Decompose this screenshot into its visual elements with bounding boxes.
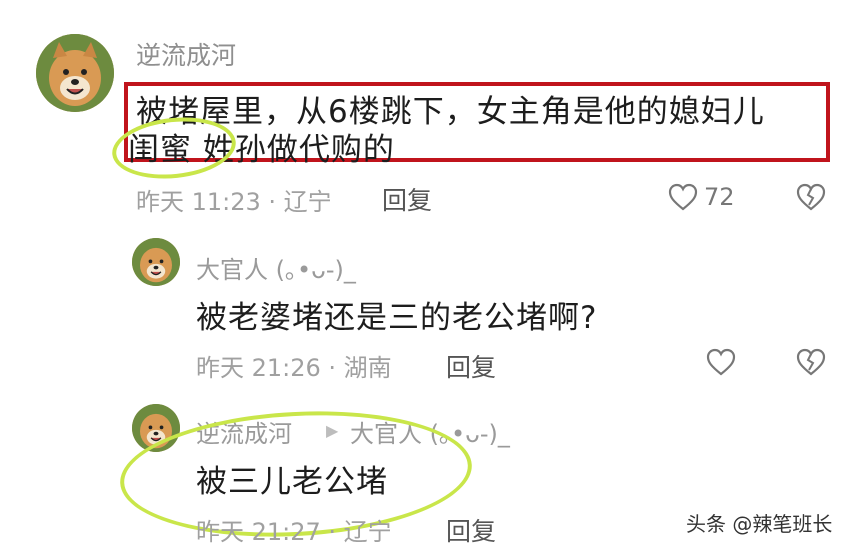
watermark: 头条 @辣笔班长 xyxy=(686,512,833,536)
comment-meta: 昨天 21:27 · 辽宁 xyxy=(196,518,392,546)
broken-heart-icon[interactable] xyxy=(796,348,826,376)
comment-text: 被老婆堵还是三的老公堵啊? xyxy=(196,300,598,336)
author-name[interactable]: 逆流成河 xyxy=(136,36,236,72)
reply-button[interactable]: 回复 xyxy=(446,512,496,548)
comment-meta: 昨天 11:23 · 辽宁 xyxy=(136,188,332,216)
dog-avatar-icon xyxy=(132,238,180,286)
like-count: 72 xyxy=(704,183,735,211)
heart-icon[interactable] xyxy=(668,183,698,211)
reply-button[interactable]: 回复 xyxy=(446,348,496,384)
author-name[interactable]: 大官人 (｡•ᴗ-)_ xyxy=(196,250,356,285)
comment-text: 被三儿老公堵 xyxy=(196,464,388,500)
dog-avatar-icon xyxy=(36,34,114,112)
comment-meta: 昨天 21:26 · 湖南 xyxy=(196,354,392,382)
avatar[interactable] xyxy=(132,238,180,286)
broken-heart-icon[interactable] xyxy=(796,183,826,211)
heart-icon[interactable] xyxy=(706,348,736,376)
avatar[interactable] xyxy=(36,34,114,112)
reply-button[interactable]: 回复 xyxy=(382,181,432,217)
